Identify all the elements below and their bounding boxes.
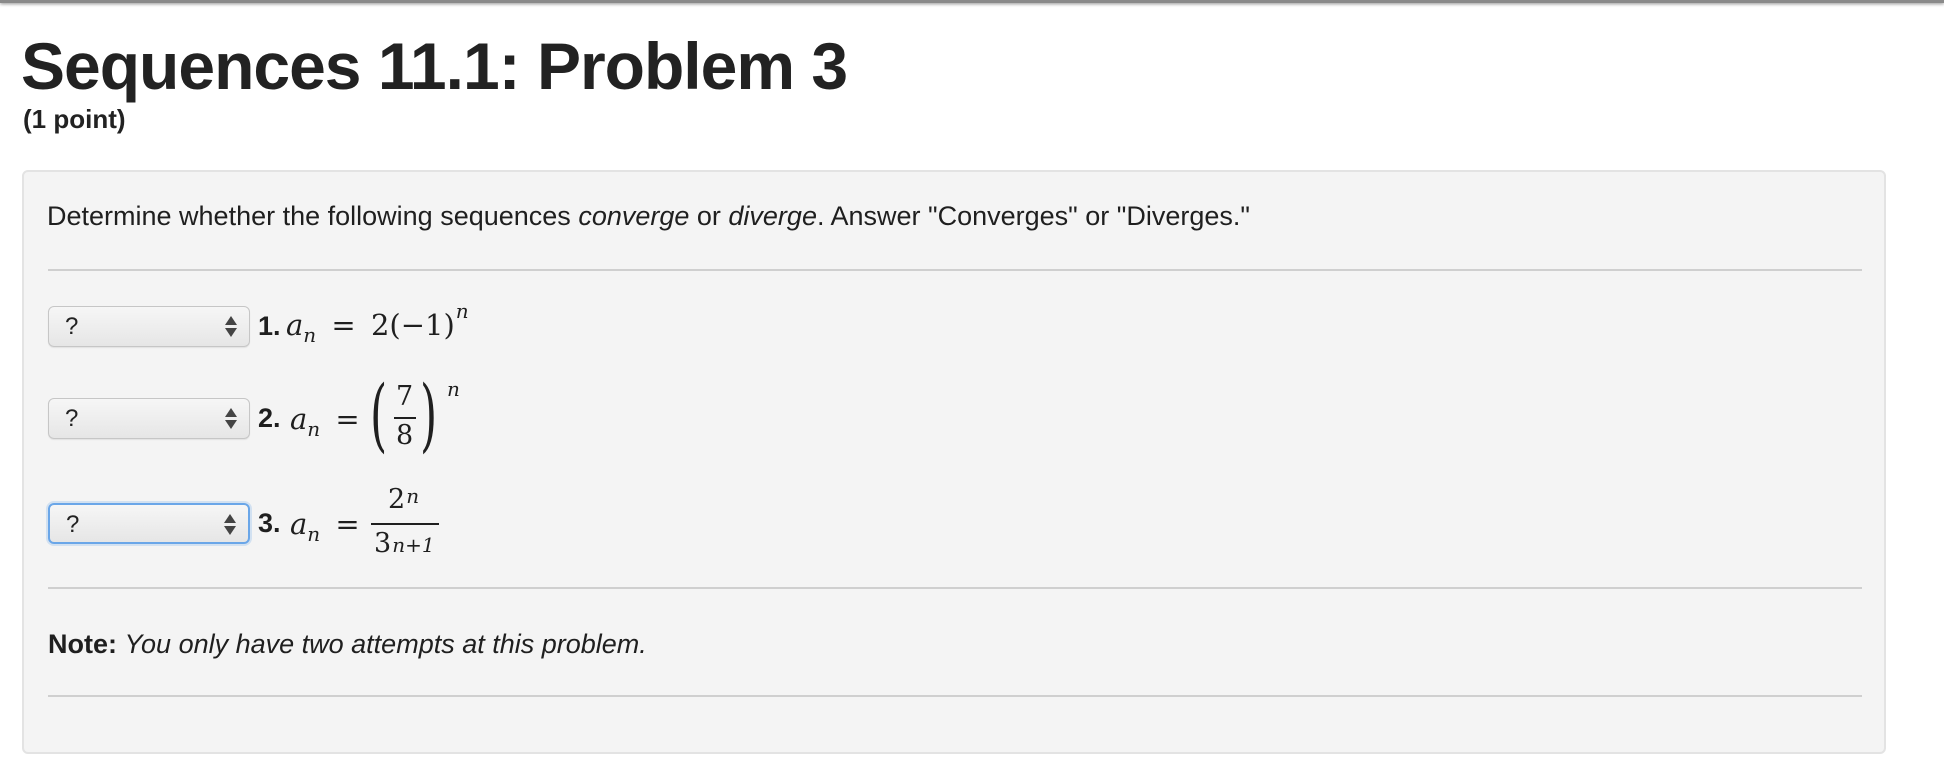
formula1-eq: = bbox=[331, 308, 356, 342]
answer-select-3[interactable]: ? bbox=[48, 503, 250, 544]
formula3-num-exp: n bbox=[406, 484, 420, 508]
formula3-fraction-bar bbox=[371, 523, 439, 525]
answer-select-2[interactable]: ? bbox=[48, 398, 250, 439]
formula1-exp: n bbox=[455, 299, 469, 323]
formula2-denominator: 8 bbox=[396, 420, 414, 451]
formula2-numerator: 7 bbox=[396, 381, 414, 412]
page-title: Sequences 11.1: Problem 3 bbox=[21, 29, 848, 103]
problem-points: (1 point) bbox=[23, 104, 126, 134]
formula3-a: a bbox=[290, 507, 308, 541]
formula1-expr: 2(−1) bbox=[370, 308, 455, 342]
formula2-a: a bbox=[290, 402, 308, 436]
formula3-den-exp: n+1 bbox=[392, 533, 435, 557]
instructions-text: Determine whether the following sequence… bbox=[47, 199, 1250, 233]
question-number-3: 3. bbox=[258, 508, 281, 538]
instructions-part3: . Answer "Converges" or "Diverges." bbox=[816, 201, 1250, 231]
right-paren: ) bbox=[420, 368, 438, 461]
instructions-part1: Determine whether the following sequence… bbox=[47, 201, 579, 231]
question-number-2: 2. bbox=[258, 403, 281, 433]
select-value-2: ? bbox=[65, 405, 79, 432]
formula2-sub: n bbox=[307, 417, 321, 441]
note-text: Note: You only have two attempts at this… bbox=[48, 628, 647, 660]
formula2-eq: = bbox=[335, 402, 360, 436]
formula1-a: a bbox=[286, 308, 304, 342]
formula3-numerator: 2n bbox=[388, 484, 419, 515]
formula3-eq: = bbox=[335, 507, 360, 541]
formula1-sub: n bbox=[303, 323, 317, 347]
answer-select-1[interactable]: ? bbox=[48, 306, 250, 347]
question-number-1: 1. bbox=[258, 311, 281, 341]
top-shadow-bar bbox=[0, 0, 1944, 3]
instructions-part2: or bbox=[689, 201, 729, 231]
divider-middle bbox=[48, 587, 1862, 589]
divider-top bbox=[48, 269, 1862, 271]
formula3-sub: n bbox=[307, 522, 321, 546]
left-paren: ( bbox=[370, 368, 388, 461]
sequence-formula-1: an = 2(−1) n bbox=[286, 299, 469, 347]
select-value-3: ? bbox=[66, 511, 80, 538]
formula3-num-base: 2 bbox=[388, 484, 406, 515]
sequence-formula-3-lhs: an = bbox=[290, 507, 366, 546]
formula3-den-base: 3 bbox=[374, 528, 392, 559]
updown-arrows-icon bbox=[225, 406, 237, 432]
note-label: Note: bbox=[48, 629, 117, 659]
sequence-formula-2-lhs: an = bbox=[290, 402, 366, 441]
select-value-1: ? bbox=[65, 313, 79, 340]
divider-bottom bbox=[48, 695, 1862, 697]
formula2-exp: n bbox=[447, 377, 460, 401]
formula3-denominator: 3 n+1 bbox=[374, 528, 435, 559]
instructions-diverge: diverge bbox=[728, 201, 817, 231]
instructions-converge: converge bbox=[578, 201, 690, 231]
note-body: You only have two attempts at this probl… bbox=[124, 629, 647, 659]
updown-arrows-icon bbox=[225, 314, 237, 340]
formula2-fraction-bar bbox=[394, 417, 416, 419]
problem-panel bbox=[22, 170, 1886, 754]
updown-arrows-icon bbox=[224, 512, 236, 538]
